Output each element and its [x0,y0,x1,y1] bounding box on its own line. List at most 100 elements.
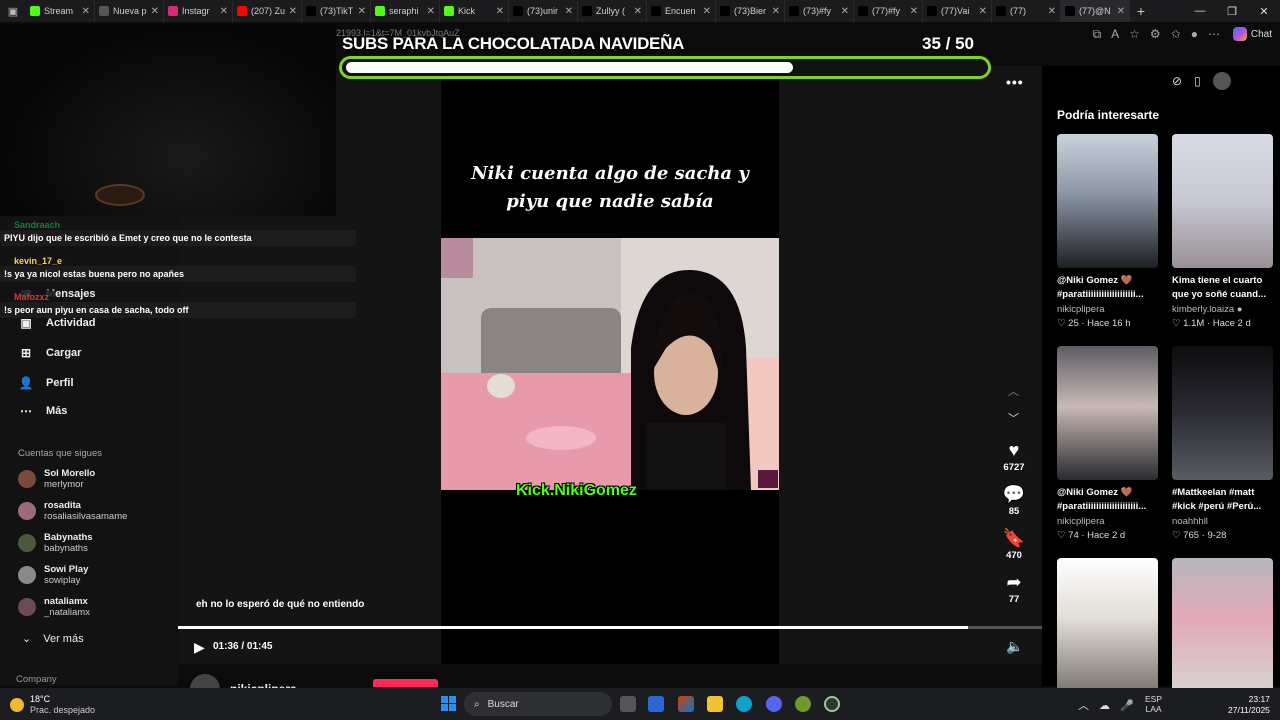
recommendation-card[interactable]: @Niki Gomez 🤎 #paratiiiiiiiiiiiiiiiiiiii.… [1057,346,1158,541]
copilot-chat-button[interactable]: Chat [1232,27,1272,41]
close-tab-icon[interactable]: ✕ [358,6,366,17]
browser-tab[interactable]: Zullyy (✕ [578,0,647,22]
play-icon[interactable]: ▶ [194,639,205,656]
sidebar-item-2[interactable]: ▣ Actividad [18,316,95,330]
card-author[interactable]: nikicplipera [1057,304,1158,315]
more-menu-icon[interactable]: ⋯ [1208,27,1220,42]
favorite-star-icon[interactable]: ☆ [1129,27,1140,42]
open-app-icon[interactable]: ⧉ [1093,27,1102,42]
browser-tab[interactable]: Nueva p ✕ [95,0,164,22]
recommendation-card[interactable] [1057,558,1158,692]
card-author[interactable]: noahhhll [1172,516,1273,527]
app-icon[interactable] [795,696,811,712]
sidebar-item-5[interactable]: ⋯ Más [18,404,67,418]
store-icon[interactable] [648,696,664,712]
following-account[interactable]: rosadita rosaliasilvasamame [18,500,127,522]
restore-icon[interactable]: ❐ [1216,0,1248,22]
close-tab-icon[interactable]: ✕ [565,6,573,17]
read-aloud-icon[interactable]: A [1111,27,1119,42]
more-options-icon[interactable]: ••• [1006,74,1024,90]
close-tab-icon[interactable]: ✕ [979,6,987,17]
minimize-icon[interactable]: — [1184,0,1216,22]
browser-tab[interactable]: (73)TikT ✕ [302,0,371,22]
taskbar-search[interactable]: ⌕ Buscar [464,692,612,716]
chevron-up-icon[interactable]: ︿ [1078,697,1089,713]
close-tab-icon[interactable]: ✕ [220,6,228,17]
microphone-icon[interactable]: 🎤 [1120,699,1134,712]
close-tab-icon[interactable]: ✕ [82,6,90,17]
edge-icon[interactable] [736,696,752,712]
card-thumbnail[interactable] [1172,134,1273,268]
tab-actions-icon[interactable]: ▣ [0,0,26,22]
see-more-button[interactable]: ⌄ Ver más [22,632,84,646]
profile-icon[interactable]: ● [1191,27,1198,42]
browser-tab[interactable]: (73)Bier ✕ [716,0,785,22]
close-tab-icon[interactable]: ✕ [1117,6,1125,17]
compass-icon[interactable]: ⊘ [1172,74,1182,88]
close-tab-icon[interactable]: ✕ [910,6,918,17]
language-indicator[interactable]: ESP LAA [1145,694,1162,714]
close-tab-icon[interactable]: ✕ [772,6,780,17]
follow-button[interactable] [373,679,438,687]
save-button[interactable]: 🔖 470 [1000,528,1028,561]
close-tab-icon[interactable]: ✕ [151,6,159,17]
office-icon[interactable] [678,696,694,712]
card-thumbnail[interactable] [1172,346,1273,480]
card-thumbnail[interactable] [1057,134,1158,268]
sidebar-item-4[interactable]: 👤 Perfil [18,376,74,390]
favorites-icon[interactable]: ✩ [1171,27,1181,42]
following-account[interactable]: nataliamx _nataliamx [18,596,90,618]
video-seek-bar[interactable] [178,626,1042,629]
following-account[interactable]: Babynaths babynaths [18,532,93,554]
card-thumbnail[interactable] [1172,558,1273,692]
card-author[interactable]: nikicplipera [1057,516,1158,527]
app-icon-2[interactable] [824,696,840,712]
browser-tab[interactable]: (77) ✕ [992,0,1061,22]
browser-tab[interactable]: Encuen ✕ [647,0,716,22]
task-view-icon[interactable] [620,696,636,712]
cloud-icon[interactable]: ☁ [1099,699,1110,712]
close-tab-icon[interactable]: ✕ [1048,6,1056,17]
browser-tab[interactable]: (77)#fy ✕ [854,0,923,22]
like-button[interactable]: ♥ 6727 [1000,440,1028,473]
new-tab-button[interactable]: + [1130,0,1152,22]
browser-tab[interactable]: (73)#fy ✕ [785,0,854,22]
close-tab-icon[interactable]: ✕ [703,6,711,17]
following-account[interactable]: Sowi Play sowiplay [18,564,88,586]
extensions-icon[interactable]: ⚙ [1150,27,1161,42]
chevron-down-icon[interactable]: ﹀ [1008,410,1019,426]
sidebar-item-3[interactable]: ⊞ Cargar [18,346,82,360]
recommendation-card[interactable]: @Niki Gomez 🤎 #paratiiiiiiiiiiiiiiiiiii..… [1057,134,1158,329]
system-clock[interactable]: 23:17 27/11/2025 [1228,694,1270,716]
following-account[interactable]: Sol Morello merlymor [18,468,95,490]
share-button[interactable]: ➦ 77 [1000,572,1028,605]
close-tab-icon[interactable]: ✕ [427,6,435,17]
card-thumbnail[interactable] [1057,558,1158,692]
close-tab-icon[interactable]: ✕ [496,6,504,17]
browser-tab[interactable]: Instagr ✕ [164,0,233,22]
windows-start-icon[interactable] [441,696,456,711]
browser-tab[interactable]: (77)Vai ✕ [923,0,992,22]
browser-tab[interactable]: (207) Zu ✕ [233,0,302,22]
user-avatar[interactable] [1212,72,1231,90]
file-explorer-icon[interactable] [707,696,723,712]
close-tab-icon[interactable]: ✕ [289,6,297,17]
comment-button[interactable]: 💬 85 [1000,484,1028,517]
browser-tab[interactable]: Kick ✕ [440,0,509,22]
device-icon[interactable]: ▯ [1194,74,1201,88]
browser-tab[interactable]: (77)@N ✕ [1061,0,1130,22]
recommendation-card[interactable]: #Mattkeelan #matt #kick #perú #Perú... noa… [1172,346,1273,541]
browser-tab[interactable]: Stream ✕ [26,0,95,22]
weather-widget[interactable]: 18°C Prac. despejado [10,694,95,716]
volume-icon[interactable]: 🔈 [1006,638,1023,655]
chevron-up-icon[interactable]: ︿ [1008,383,1019,399]
card-thumbnail[interactable] [1057,346,1158,480]
close-tab-icon[interactable]: ✕ [634,6,642,17]
company-link[interactable]: Company [16,674,57,685]
recommendation-card[interactable] [1172,558,1273,692]
card-author[interactable]: kimberly.loaiza ● [1172,304,1273,315]
browser-tab[interactable]: seraphi ✕ [371,0,440,22]
discord-icon[interactable] [766,696,782,712]
close-icon[interactable]: ✕ [1248,0,1280,22]
browser-tab[interactable]: (73)unir ✕ [509,0,578,22]
